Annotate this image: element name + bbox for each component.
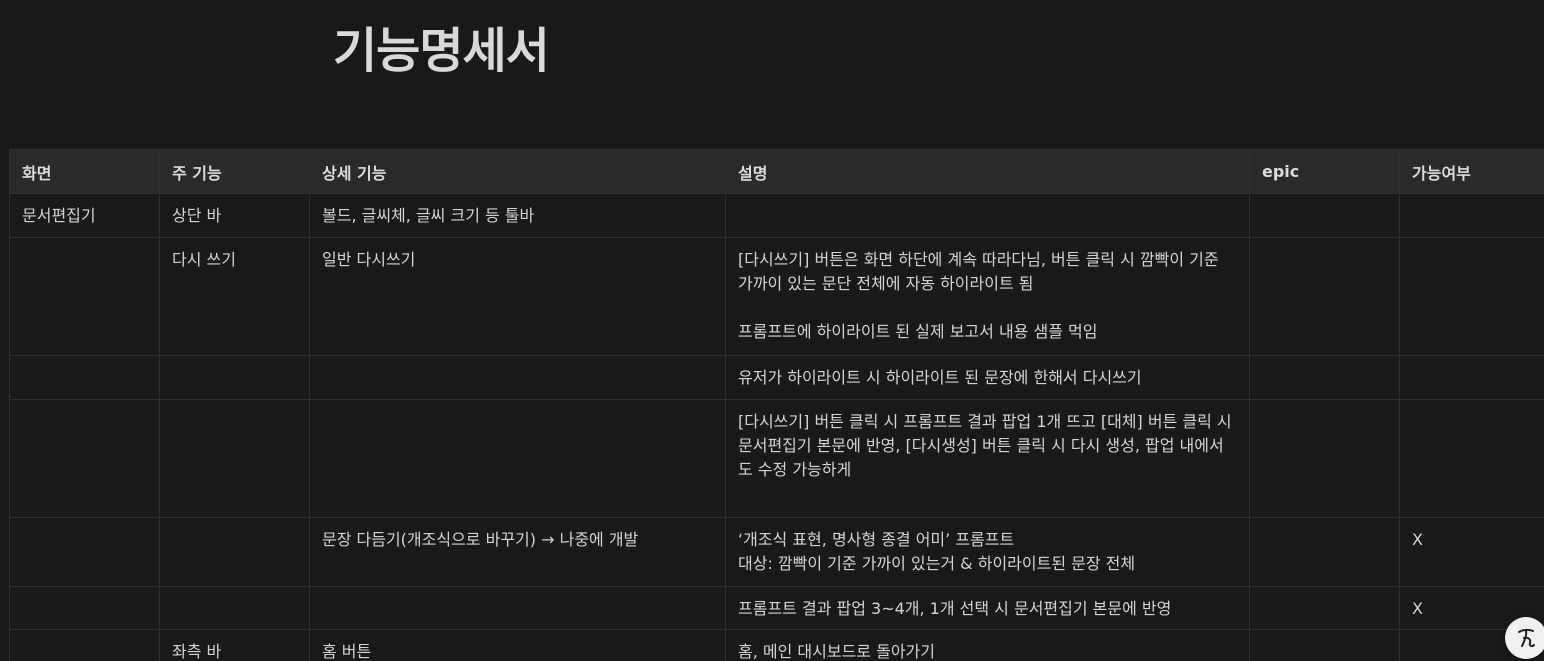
column-header-detail-feature[interactable]: 상세 기능 xyxy=(309,149,726,194)
cell-main-feature[interactable] xyxy=(159,399,310,518)
cell-screen[interactable] xyxy=(9,517,160,587)
cell-detail-feature[interactable]: 홈 버튼 xyxy=(309,629,726,661)
column-header-main-feature[interactable]: 주 기능 xyxy=(159,149,310,194)
table-row: 좌측 바 홈 버튼 홈, 메인 대시보드로 돌아가기 xyxy=(9,629,1544,661)
column-header-screen[interactable]: 화면 xyxy=(9,149,160,194)
cell-screen[interactable] xyxy=(9,399,160,518)
description-line: 프롬프트에 하이라이트 된 실제 보고서 내용 샘플 먹임 xyxy=(738,322,1098,341)
page: 기능명세서 화면 주 기능 상세 기능 설명 epic 가능여부 문서편집기 상… xyxy=(0,0,1544,661)
cell-screen[interactable] xyxy=(9,237,160,356)
table-row: 문서편집기 상단 바 볼드, 글씨체, 글씨 크기 등 툴바 xyxy=(9,193,1544,238)
cell-availability[interactable] xyxy=(1399,399,1544,518)
table-row: [다시쓰기] 버튼 클릭 시 프롬프트 결과 팝업 1개 뜨고 [대체] 버튼 … xyxy=(9,399,1544,518)
cell-screen[interactable] xyxy=(9,629,160,661)
table-header-row: 화면 주 기능 상세 기능 설명 epic 가능여부 xyxy=(9,149,1544,194)
cell-detail-feature[interactable]: 문장 다듬기(개조식으로 바꾸기) → 나중에 개발 xyxy=(309,517,726,587)
page-title: 기능명세서 xyxy=(333,23,550,79)
help-icon xyxy=(1518,628,1535,648)
description-line xyxy=(738,204,1237,228)
cell-detail-feature[interactable]: 볼드, 글씨체, 글씨 크기 등 툴바 xyxy=(309,193,726,238)
cell-epic[interactable] xyxy=(1249,517,1400,587)
cell-availability[interactable]: X xyxy=(1399,517,1544,587)
cell-main-feature[interactable]: 좌측 바 xyxy=(159,629,310,661)
cell-screen[interactable] xyxy=(9,355,160,400)
table-row: 문장 다듬기(개조식으로 바꾸기) → 나중에 개발 ‘개조식 표현, 명사형 … xyxy=(9,517,1544,587)
cell-detail-feature[interactable] xyxy=(309,586,726,630)
cell-availability[interactable] xyxy=(1399,355,1544,400)
cell-main-feature[interactable] xyxy=(159,517,310,587)
description-line: 홈, 메인 대시보드로 돌아가기 xyxy=(738,642,935,661)
cell-epic[interactable] xyxy=(1249,586,1400,630)
cell-main-feature[interactable] xyxy=(159,355,310,400)
description-line: 프롬프트 결과 팝업 3~4개, 1개 선택 시 문서편집기 본문에 반영 xyxy=(738,599,1172,618)
cell-epic[interactable] xyxy=(1249,193,1400,238)
help-button[interactable] xyxy=(1505,617,1544,659)
column-header-epic[interactable]: epic xyxy=(1249,149,1400,194)
cell-screen[interactable] xyxy=(9,586,160,630)
spec-table: 화면 주 기능 상세 기능 설명 epic 가능여부 문서편집기 상단 바 볼드… xyxy=(9,149,1544,661)
column-header-description[interactable]: 설명 xyxy=(725,149,1250,194)
description-line: [다시쓰기] 버튼은 화면 하단에 계속 따라다님, 버튼 클릭 시 깜빡이 기… xyxy=(738,250,1219,293)
description-line: 유저가 하이라이트 시 하이라이트 된 문장에 한해서 다시쓰기 xyxy=(738,368,1142,387)
description-line: ‘개조식 표현, 명사형 종결 어미’ 프롬프트 xyxy=(738,530,1015,549)
cell-description[interactable]: 홈, 메인 대시보드로 돌아가기 xyxy=(725,629,1250,661)
table-row: 유저가 하이라이트 시 하이라이트 된 문장에 한해서 다시쓰기 xyxy=(9,355,1544,400)
cell-main-feature[interactable]: 다시 쓰기 xyxy=(159,237,310,356)
cell-description[interactable]: [다시쓰기] 버튼 클릭 시 프롬프트 결과 팝업 1개 뜨고 [대체] 버튼 … xyxy=(725,399,1250,518)
cell-description[interactable]: ‘개조식 표현, 명사형 종결 어미’ 프롬프트 대상: 깜빡이 기준 가까이 … xyxy=(725,517,1250,587)
description-line xyxy=(738,296,1237,320)
description-line: [다시쓰기] 버튼 클릭 시 프롬프트 결과 팝업 1개 뜨고 [대체] 버튼 … xyxy=(738,412,1232,479)
cell-epic[interactable] xyxy=(1249,355,1400,400)
column-header-availability[interactable]: 가능여부 xyxy=(1399,149,1544,194)
table-row: 프롬프트 결과 팝업 3~4개, 1개 선택 시 문서편집기 본문에 반영 X xyxy=(9,586,1544,630)
cell-epic[interactable] xyxy=(1249,237,1400,356)
cell-description[interactable]: [다시쓰기] 버튼은 화면 하단에 계속 따라다님, 버튼 클릭 시 깜빡이 기… xyxy=(725,237,1250,356)
cell-epic[interactable] xyxy=(1249,629,1400,661)
cell-detail-feature[interactable] xyxy=(309,355,726,400)
cell-detail-feature[interactable] xyxy=(309,399,726,518)
cell-main-feature[interactable]: 상단 바 xyxy=(159,193,310,238)
cell-description[interactable] xyxy=(725,193,1250,238)
description-line: 대상: 깜빡이 기준 가까이 있는거 & 하이라이트된 문장 전체 xyxy=(738,554,1136,573)
cell-epic[interactable] xyxy=(1249,399,1400,518)
cell-main-feature[interactable] xyxy=(159,586,310,630)
cell-availability[interactable] xyxy=(1399,237,1544,356)
cell-availability[interactable] xyxy=(1399,193,1544,238)
cell-screen[interactable]: 문서편집기 xyxy=(9,193,160,238)
cell-description[interactable]: 프롬프트 결과 팝업 3~4개, 1개 선택 시 문서편집기 본문에 반영 xyxy=(725,586,1250,630)
cell-description[interactable]: 유저가 하이라이트 시 하이라이트 된 문장에 한해서 다시쓰기 xyxy=(725,355,1250,400)
table-row: 다시 쓰기 일반 다시쓰기 [다시쓰기] 버튼은 화면 하단에 계속 따라다님,… xyxy=(9,237,1544,356)
cell-detail-feature[interactable]: 일반 다시쓰기 xyxy=(309,237,726,356)
